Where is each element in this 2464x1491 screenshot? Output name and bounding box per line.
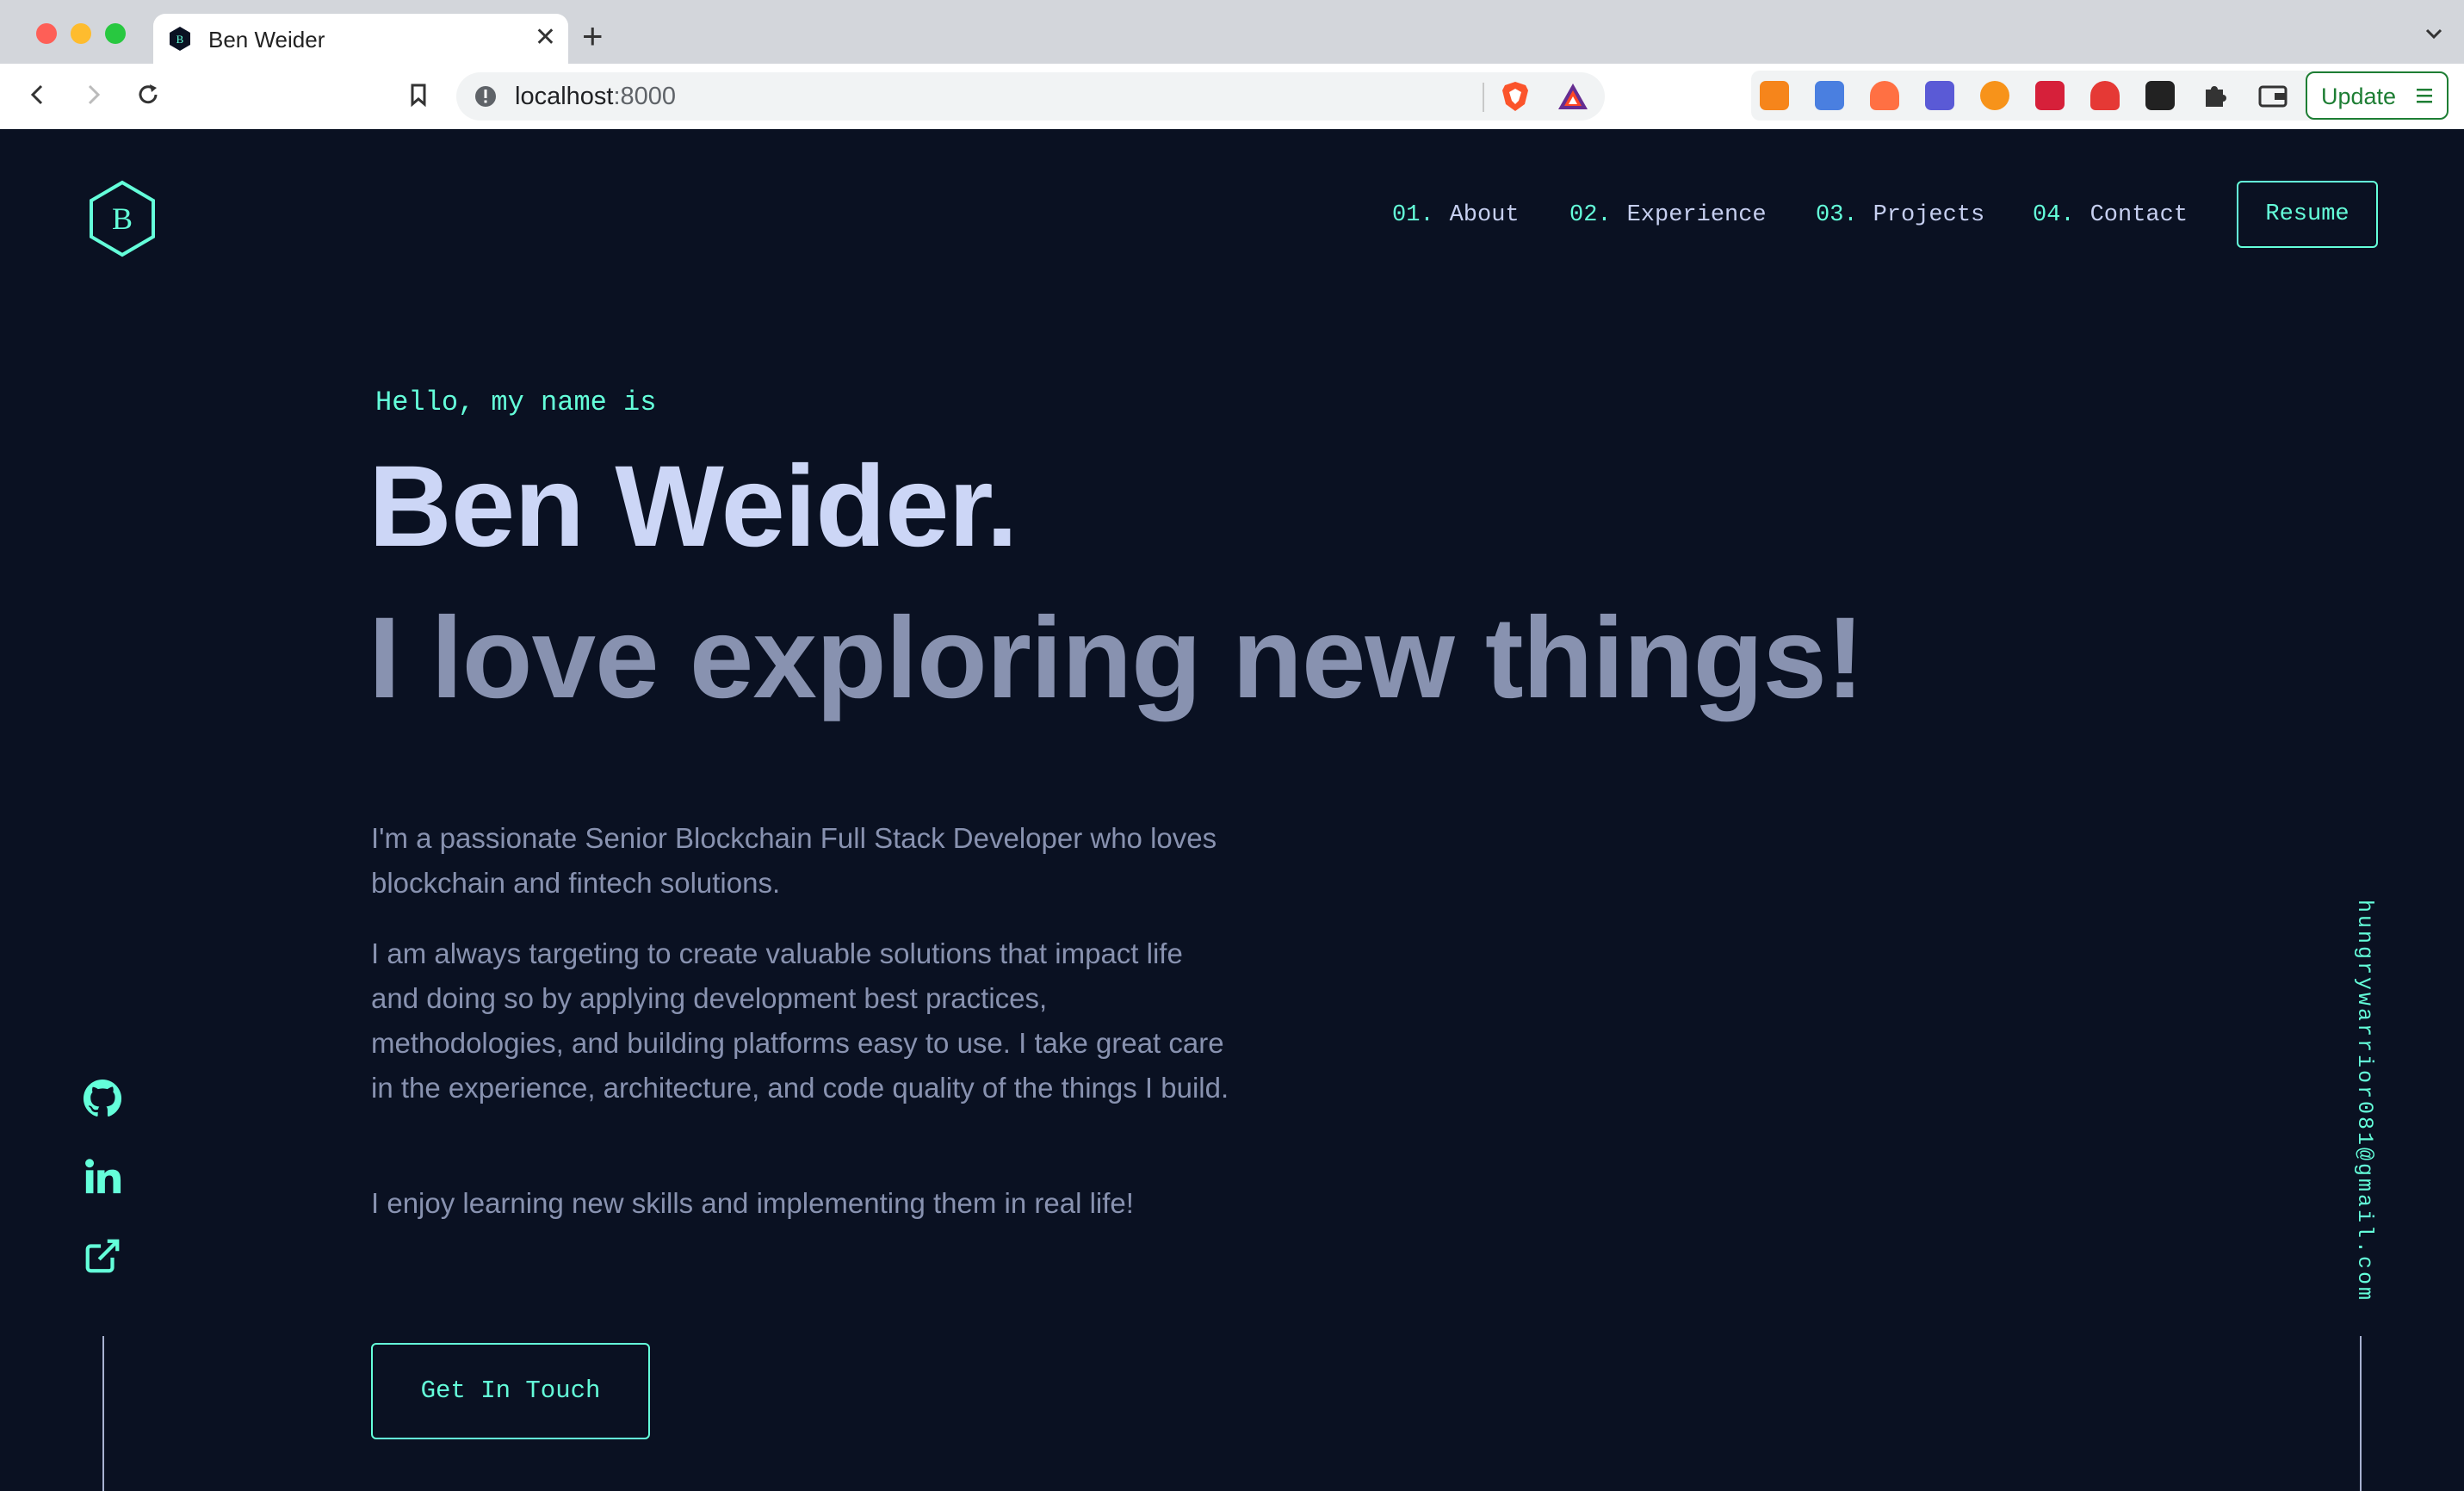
extension-icon-7[interactable]: [2090, 81, 2120, 110]
minimize-window-button[interactable]: [71, 23, 91, 44]
reload-icon[interactable]: [133, 79, 164, 110]
new-tab-icon[interactable]: +: [582, 17, 604, 55]
bio-paragraph: I'm a passionate Senior Blockchain Full …: [371, 822, 1217, 899]
svg-text:B: B: [176, 33, 184, 46]
external-link-icon[interactable]: [83, 1236, 122, 1276]
address-bar-divider: [1483, 83, 1484, 112]
menu-icon: [2417, 89, 2432, 103]
logo-hexagon-icon[interactable]: B: [86, 179, 158, 258]
hero-tagline: I love exploring new things!: [368, 594, 1865, 722]
address-bar[interactable]: localhost:8000: [456, 72, 1605, 121]
extension-icon-6[interactable]: [2035, 81, 2065, 110]
svg-text:B: B: [112, 201, 133, 236]
nav-link-contact[interactable]: 04. Contact: [2033, 201, 2188, 229]
browser-tab[interactable]: B Ben Weider ✕: [153, 14, 568, 65]
browser-tab-strip: B Ben Weider ✕ +: [0, 0, 2464, 65]
tab-close-icon[interactable]: ✕: [535, 23, 556, 53]
nav-link-experience[interactable]: 02. Experience: [1569, 201, 1767, 229]
brave-rewards-icon[interactable]: [1557, 81, 1589, 112]
nav-link-projects[interactable]: 03. Projects: [1816, 201, 1984, 229]
forward-icon[interactable]: [77, 79, 108, 110]
left-divider-line: [102, 1336, 104, 1491]
hero-greeting: Hello, my name is: [375, 387, 657, 418]
right-divider-line: [2360, 1336, 2362, 1491]
metamask-extension-icon[interactable]: [1760, 81, 1789, 110]
github-icon[interactable]: [83, 1079, 122, 1118]
nav-link-about[interactable]: 01. About: [1392, 201, 1520, 229]
extension-icon-3[interactable]: [1870, 81, 1899, 110]
extension-icon-8[interactable]: [2145, 81, 2175, 110]
email-text: hungrywarrior081@gmail.com: [2352, 900, 2377, 1303]
hero-name: Ben Weider.: [368, 442, 1018, 571]
translate-extension-icon[interactable]: [1815, 81, 1844, 110]
bio-paragraph: I enjoy learning new skills and implemen…: [371, 1187, 1134, 1219]
url-text: localhost:8000: [515, 83, 677, 110]
site-info-icon[interactable]: [474, 84, 498, 108]
tab-search-chevron-icon[interactable]: [2421, 21, 2447, 46]
site-favicon-icon: B: [170, 27, 190, 51]
browser-toolbar: localhost:8000 Update: [0, 64, 2464, 130]
wallet-icon[interactable]: [2257, 81, 2288, 110]
tab-title: Ben Weider: [208, 27, 325, 53]
extensions-bar: [1751, 71, 2400, 121]
close-window-button[interactable]: [36, 23, 57, 44]
extension-icon-5[interactable]: [1980, 81, 2009, 110]
update-button[interactable]: Update: [2306, 71, 2449, 120]
back-icon[interactable]: [22, 79, 53, 110]
update-label: Update: [2321, 84, 2397, 109]
portfolio-page: B 01. About 02. Experience 03. Projects 04.…: [0, 129, 2464, 1491]
resume-button[interactable]: Resume: [2237, 181, 2378, 248]
get-in-touch-button[interactable]: Get In Touch: [371, 1343, 650, 1439]
extensions-puzzle-icon[interactable]: [2201, 81, 2230, 110]
linkedin-icon[interactable]: [83, 1157, 122, 1197]
email-link[interactable]: hungrywarrior081@gmail.com: [2338, 900, 2390, 1302]
brave-shields-icon[interactable]: [1500, 80, 1531, 113]
extension-icon-k[interactable]: [1925, 81, 1954, 110]
zoom-window-button[interactable]: [105, 23, 126, 44]
bookmark-icon[interactable]: [403, 79, 434, 110]
bio-paragraph: I am always targeting to create valuable…: [371, 937, 1229, 1104]
